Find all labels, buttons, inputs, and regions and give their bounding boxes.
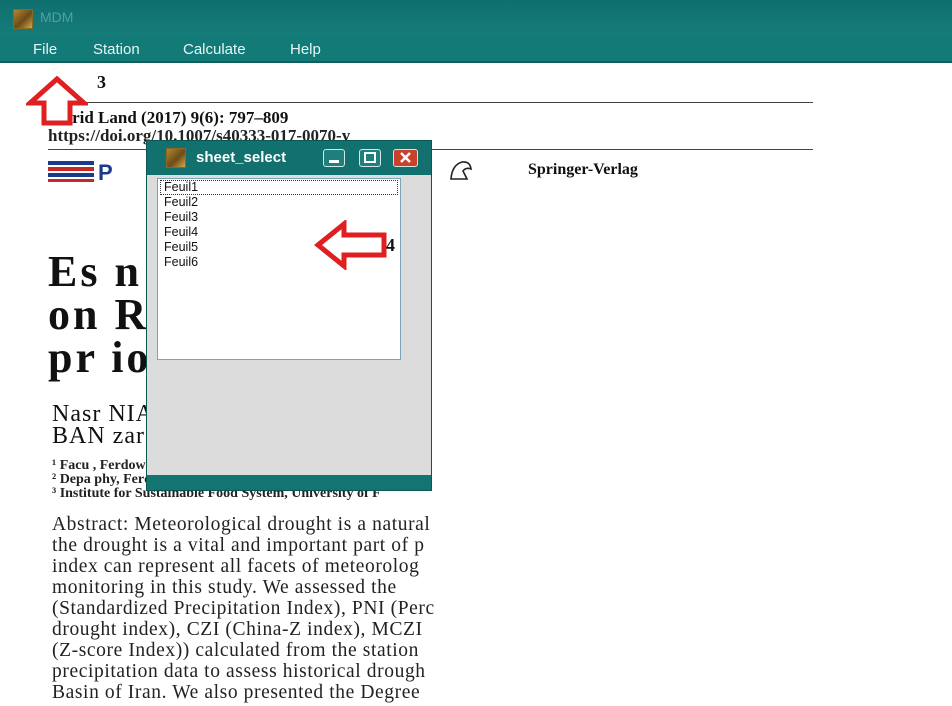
- menu-calculate[interactable]: Calculate: [183, 41, 246, 58]
- menu-station[interactable]: Station: [93, 41, 140, 58]
- abstract-line-1: Abstract: Meteorological drought is a na…: [52, 514, 431, 535]
- abstract-line-4: monitoring in this study. We assessed th…: [52, 577, 397, 598]
- abstract-line-8: precipitation data to assess historical …: [52, 661, 426, 682]
- abstract-line-3: index can represent all facets of meteor…: [52, 556, 420, 577]
- sheet-select-dialog: sheet_select Feuil1 Feuil2 Feuil3 Feuil4…: [146, 140, 432, 491]
- science-press-logo: P: [48, 160, 113, 182]
- abstract-line-7: (Z-score Index)) calculated from the sta…: [52, 640, 419, 661]
- document-page: J Arid Land (2017) 9(6): 797–809 https:/…: [0, 63, 952, 706]
- minimize-icon: [329, 160, 339, 163]
- dialog-app-icon: [166, 148, 186, 168]
- app-icon: [13, 9, 33, 29]
- callout-number-3: 3: [97, 72, 106, 92]
- abstract-line-9: Basin of Iran. We also presented the Deg…: [52, 682, 421, 703]
- publisher-name: Springer-Verlag: [528, 161, 638, 178]
- callout-number-4: 4: [386, 235, 395, 255]
- minimize-button[interactable]: [323, 149, 345, 167]
- maximize-button[interactable]: [359, 149, 381, 167]
- abstract-line-2: the drought is a vital and important par…: [52, 535, 425, 556]
- sheet-list-item-feuil2[interactable]: Feuil2: [158, 195, 400, 210]
- close-icon: [400, 152, 411, 163]
- callout-arrow-left-icon: [314, 220, 387, 270]
- app-title: MDM: [40, 9, 74, 25]
- sheet-list-item-feuil1[interactable]: Feuil1: [160, 180, 398, 195]
- maximize-icon: [364, 152, 376, 163]
- dialog-title: sheet_select: [196, 149, 287, 166]
- menu-bar: File Station Calculate Help: [0, 36, 952, 62]
- svg-text:P: P: [98, 160, 113, 182]
- callout-arrow-up-icon: [26, 76, 88, 126]
- dialog-title-bar[interactable]: sheet_select: [147, 141, 431, 175]
- menu-file[interactable]: File: [33, 41, 57, 58]
- close-button[interactable]: [393, 149, 418, 167]
- springer-horse-icon: [450, 161, 472, 180]
- dialog-bottom-bar: [147, 475, 431, 490]
- abstract-line-5: (Standardized Precipitation Index), PNI …: [52, 598, 435, 619]
- app-title-bar: MDM: [0, 0, 952, 36]
- header-rule-top: [48, 102, 813, 103]
- abstract-line-6: drought index), CZI (China-Z index), MCZ…: [52, 619, 423, 640]
- menu-help[interactable]: Help: [290, 41, 321, 58]
